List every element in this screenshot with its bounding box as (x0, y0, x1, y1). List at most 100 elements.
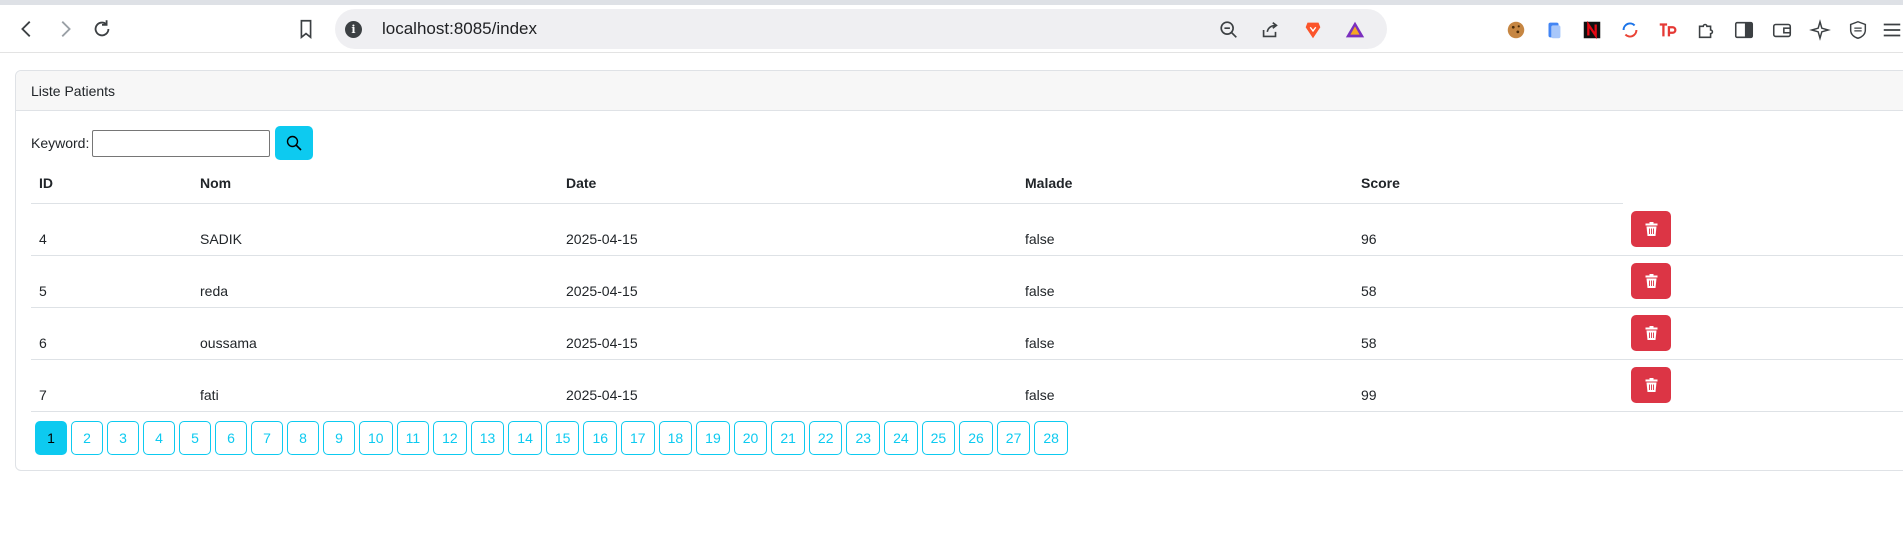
trash-icon (1645, 221, 1657, 236)
reload-button[interactable] (88, 15, 116, 43)
cell-nom: fati (192, 359, 558, 412)
page-link[interactable]: 9 (323, 421, 355, 455)
delete-button[interactable] (1631, 263, 1671, 299)
cell-action (1623, 255, 1903, 308)
page-link[interactable]: 16 (583, 421, 618, 455)
page-link[interactable]: 25 (921, 421, 956, 455)
search-form: Keyword: (31, 126, 314, 160)
page-link[interactable]: 3 (107, 421, 139, 455)
page-link[interactable]: 15 (545, 421, 580, 455)
cell-malade: false (1017, 203, 1353, 256)
delete-button[interactable] (1631, 367, 1671, 403)
address-bar[interactable]: i localhost:8085/index (335, 9, 1387, 49)
forward-arrow-icon (61, 21, 71, 37)
page-link[interactable]: 6 (215, 421, 247, 455)
menu-icon[interactable] (1880, 18, 1903, 42)
cell-date: 2025-04-15 (558, 203, 1017, 256)
pagination: 1 2 3 4 5 6 7 8 9 10 11 12 13 14 15 16 1… (35, 421, 1068, 455)
cell-malade: false (1017, 307, 1353, 360)
page-link[interactable]: 21 (771, 421, 805, 455)
column-header-malade: Malade (1017, 163, 1353, 204)
reload-icon (94, 20, 110, 37)
cell-nom: oussama (192, 307, 558, 360)
sidebar-toggle-icon[interactable] (1732, 18, 1756, 42)
cell-id: 7 (31, 359, 192, 412)
page-link[interactable]: 5 (179, 421, 211, 455)
brave-rewards-icon[interactable] (1343, 18, 1367, 42)
back-button[interactable] (13, 15, 41, 43)
page-link[interactable]: 23 (846, 421, 881, 455)
wallet-icon[interactable] (1770, 18, 1794, 42)
page-link[interactable]: 7 (251, 421, 283, 455)
search-icon (287, 135, 302, 151)
page-link[interactable]: 24 (884, 421, 918, 455)
cell-id: 4 (31, 203, 192, 256)
patients-card: Liste Patients Keyword: ID Nom Date Mala… (15, 70, 1903, 471)
vpn-shield-icon[interactable] (1846, 18, 1870, 42)
table-row: 6 oussama 2025-04-15 false 58 (31, 307, 1903, 360)
page-link[interactable]: 8 (287, 421, 319, 455)
zoom-icon[interactable] (1217, 18, 1241, 42)
page-link[interactable]: 12 (433, 421, 467, 455)
forward-button[interactable] (51, 15, 79, 43)
cell-score: 99 (1353, 359, 1623, 412)
page-link[interactable]: 10 (359, 421, 393, 455)
card-header: Liste Patients (16, 71, 1903, 111)
extensions-puzzle-icon[interactable] (1694, 18, 1718, 42)
page-link[interactable]: 19 (696, 421, 730, 455)
site-info-icon[interactable]: i (345, 21, 362, 38)
keyword-input[interactable] (92, 129, 271, 157)
column-header-nom: Nom (192, 163, 558, 204)
trash-icon (1645, 378, 1657, 392)
delete-button[interactable] (1631, 210, 1671, 247)
tp-extension-icon[interactable] (1656, 18, 1680, 42)
cell-nom: SADIK (192, 203, 558, 256)
cell-action (1623, 359, 1903, 412)
page-link[interactable]: 27 (996, 421, 1031, 455)
netflix-extension-icon[interactable] (1580, 18, 1604, 42)
delete-button[interactable] (1631, 315, 1671, 351)
cell-date: 2025-04-15 (558, 255, 1017, 308)
leo-ai-icon[interactable] (1808, 18, 1832, 42)
page-link[interactable]: 1 (35, 421, 67, 455)
page-link[interactable]: 11 (396, 421, 430, 455)
page-link[interactable]: 28 (1034, 421, 1068, 455)
search-button[interactable] (275, 126, 314, 160)
cell-score: 58 (1353, 255, 1623, 308)
share-icon[interactable] (1258, 18, 1282, 42)
cookie-extension-icon[interactable] (1504, 18, 1528, 42)
cell-malade: false (1017, 255, 1353, 308)
page-link[interactable]: 22 (808, 421, 843, 455)
cell-action (1623, 203, 1903, 256)
column-header-id: ID (31, 163, 192, 204)
sync-extension-icon[interactable] (1618, 18, 1642, 42)
browser-toolbar: i localhost:8085/index (0, 5, 1903, 53)
back-arrow-icon (21, 21, 31, 37)
bookmark-icon (300, 19, 312, 39)
page-link[interactable]: 13 (470, 421, 505, 455)
cell-id: 6 (31, 307, 192, 360)
brave-shield-icon[interactable] (1301, 18, 1325, 42)
page-link[interactable]: 17 (621, 421, 655, 455)
column-header-action (1623, 163, 1903, 203)
page-link[interactable]: 20 (733, 421, 768, 455)
table-row: 5 reda 2025-04-15 false 58 (31, 255, 1903, 308)
cell-nom: reda (192, 255, 558, 308)
keyword-label: Keyword: (31, 135, 90, 151)
table-header-row: ID Nom Date Malade Score (31, 163, 1903, 204)
page-link[interactable]: 14 (508, 421, 542, 455)
page-link[interactable]: 2 (71, 421, 103, 455)
patients-table: ID Nom Date Malade Score 4 SADIK 2025-04… (31, 163, 1903, 412)
column-header-score: Score (1353, 163, 1623, 204)
page-link[interactable]: 26 (959, 421, 993, 455)
cell-date: 2025-04-15 (558, 307, 1017, 360)
table-row: 7 fati 2025-04-15 false 99 (31, 359, 1903, 412)
page-link[interactable]: 4 (143, 421, 175, 455)
page-link[interactable]: 18 (658, 421, 693, 455)
address-url[interactable]: localhost:8085/index (382, 19, 537, 39)
bookmark-button[interactable] (292, 15, 320, 43)
cell-date: 2025-04-15 (558, 359, 1017, 412)
clipboard-extension-icon[interactable] (1542, 18, 1566, 42)
cell-malade: false (1017, 359, 1353, 412)
cell-score: 58 (1353, 307, 1623, 360)
